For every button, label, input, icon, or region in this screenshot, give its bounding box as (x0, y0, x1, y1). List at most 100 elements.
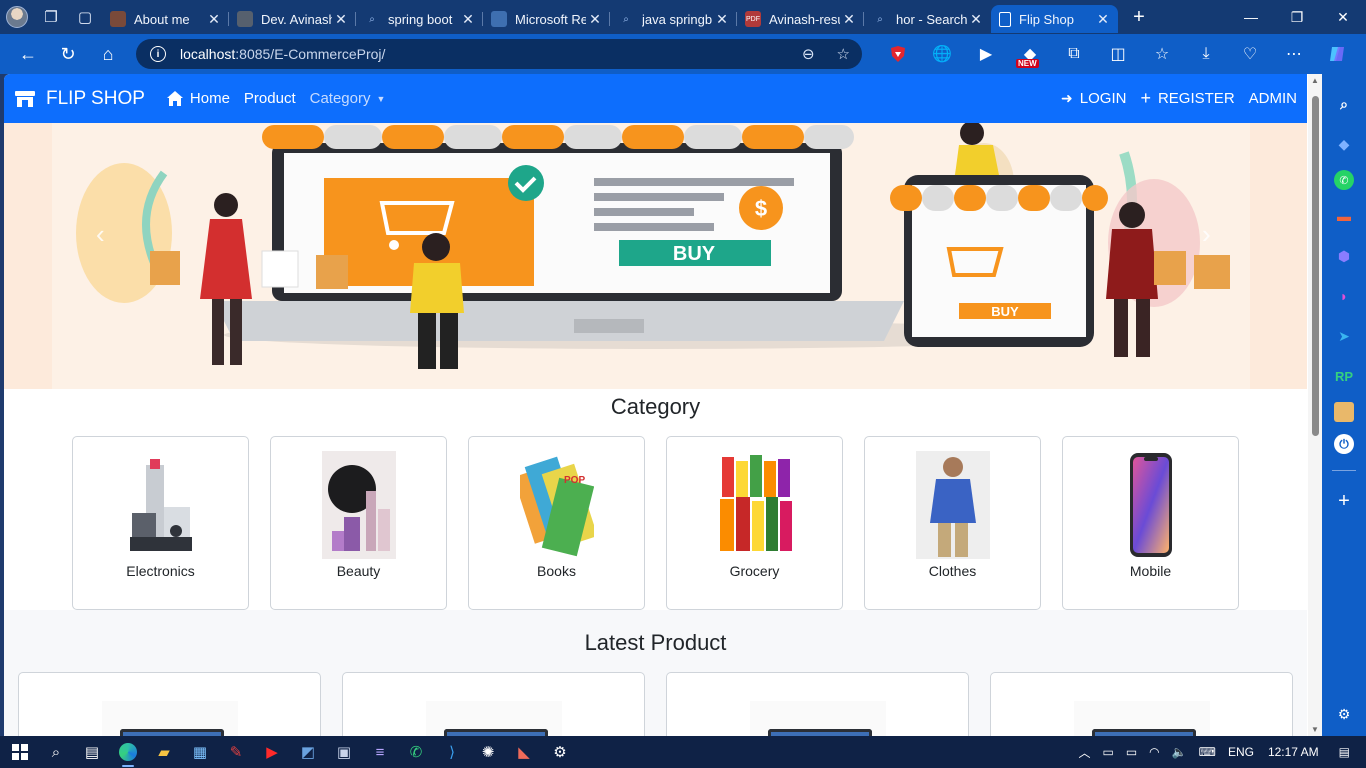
product-card[interactable] (666, 672, 969, 736)
settings-gear-icon[interactable]: ⚙ (1330, 700, 1358, 728)
favorites-icon[interactable]: ☆ (1140, 38, 1184, 70)
downloads-icon[interactable]: ⤓ (1184, 38, 1228, 70)
category-card-mobile[interactable]: Mobile (1062, 436, 1239, 610)
edge-browser-icon[interactable] (110, 736, 146, 768)
tab-avinash-resume[interactable]: PDF Avinash-resu ✕ (737, 5, 864, 33)
shopping-tag-icon[interactable]: ◆ (1330, 130, 1358, 158)
globe-extension-icon[interactable]: 🌐 (920, 38, 964, 70)
copilot-sidebar-icon[interactable]: ⬢ (1330, 242, 1358, 270)
product-card[interactable] (18, 672, 321, 736)
close-window-icon[interactable]: ✕ (1320, 9, 1366, 26)
category-card-beauty[interactable]: Beauty (270, 436, 447, 610)
product-card[interactable] (990, 672, 1293, 736)
more-menu-icon[interactable]: ⋯ (1272, 38, 1316, 70)
page-scrollbar[interactable]: ▲ ▼ (1308, 74, 1322, 736)
meet-now-icon[interactable]: ▭ (1102, 745, 1113, 759)
nav-login[interactable]: ➜ LOGIN (1061, 90, 1126, 107)
notifications-icon[interactable]: ▤ (1339, 745, 1350, 759)
red-app-icon[interactable]: ✎ (218, 736, 254, 768)
close-icon[interactable]: ✕ (967, 11, 985, 28)
close-icon[interactable]: ✕ (205, 11, 223, 28)
profile-avatar[interactable] (0, 0, 34, 34)
tab-search[interactable]: ⌕ hor - Search ✕ (864, 5, 991, 33)
youtube-icon[interactable]: ▶ (254, 736, 290, 768)
restore-icon[interactable]: ❐ (1274, 9, 1320, 26)
add-icon[interactable]: + (1330, 487, 1358, 515)
category-card-books[interactable]: POP Books (468, 436, 645, 610)
favorite-star-icon[interactable]: ☆ (837, 45, 850, 63)
close-icon[interactable]: ✕ (713, 11, 731, 28)
zoom-out-icon[interactable]: ⊖ (802, 45, 815, 63)
toolbox-icon[interactable]: ▬ (1330, 202, 1358, 230)
show-hidden-icons-icon[interactable]: ︿ (1078, 744, 1090, 761)
tab-spring-boot[interactable]: ⌕ spring boot ✕ (356, 5, 483, 33)
whatsapp-icon[interactable]: ✆ (398, 736, 434, 768)
terminal-app-icon[interactable]: ▣ (326, 736, 362, 768)
nav-home[interactable]: Home (166, 90, 230, 107)
power-icon[interactable]: ⏻ (1334, 434, 1354, 454)
category-card-grocery[interactable]: Grocery (666, 436, 843, 610)
settings-app-icon[interactable]: ⚙ (542, 736, 578, 768)
nav-register[interactable]: + REGISTER (1140, 88, 1234, 109)
battery-icon[interactable]: ▭ (1126, 745, 1137, 759)
brave-shield-extension-icon[interactable] (876, 38, 920, 70)
close-icon[interactable]: ✕ (586, 11, 604, 28)
pdf-reader-icon[interactable]: ◣ (506, 736, 542, 768)
minimize-icon[interactable]: — (1228, 9, 1274, 26)
file-explorer-icon[interactable]: ▰ (146, 736, 182, 768)
search-icon[interactable]: ⌕ (1330, 90, 1358, 118)
whatsapp-icon[interactable]: ✆ (1334, 170, 1354, 190)
nav-admin[interactable]: ADMIN (1249, 90, 1297, 107)
windows-start-icon[interactable] (2, 736, 38, 768)
scroll-thumb[interactable] (1312, 96, 1319, 436)
sql-client-icon[interactable]: ◩ (290, 736, 326, 768)
rp-extension-icon[interactable]: RP (1330, 362, 1358, 390)
cast-extension-icon[interactable]: ▶ (964, 38, 1008, 70)
image-app-icon[interactable] (1334, 402, 1354, 422)
home-icon[interactable]: ⌂ (88, 38, 128, 70)
volume-icon[interactable]: 🔈 (1172, 745, 1187, 759)
back-icon[interactable]: ← (8, 38, 48, 70)
chatgpt-icon[interactable]: ✺ (470, 736, 506, 768)
task-view-icon[interactable]: ▤ (74, 736, 110, 768)
product-card[interactable] (342, 672, 645, 736)
refresh-icon[interactable]: ↻ (48, 38, 88, 70)
close-icon[interactable]: ✕ (459, 11, 477, 28)
tab-dev-avinash[interactable]: Dev. Avinash ✕ (229, 5, 356, 33)
category-card-electronics[interactable]: Electronics (72, 436, 249, 610)
vscode-icon[interactable]: ⟩ (434, 736, 470, 768)
scroll-down-icon[interactable]: ▼ (1311, 725, 1319, 734)
carousel-prev-icon[interactable]: ‹ (96, 219, 105, 250)
scroll-up-icon[interactable]: ▲ (1311, 76, 1319, 85)
nav-category-dropdown[interactable]: Category ▼ (310, 90, 386, 107)
url-text[interactable]: localhost:8085/E-CommerceProj/ (180, 46, 780, 62)
performance-icon[interactable]: ♡ (1228, 38, 1272, 70)
brand-link[interactable]: FLIP SHOP (14, 88, 145, 110)
tab-flip-shop[interactable]: Flip Shop ✕ (991, 5, 1118, 33)
search-icon[interactable]: ⌕ (38, 736, 74, 768)
split-screen-icon[interactable]: ◫ (1096, 38, 1140, 70)
category-card-clothes[interactable]: Clothes (864, 436, 1041, 610)
new-tab-button[interactable]: + (1122, 6, 1156, 29)
language-indicator[interactable]: ENG (1228, 745, 1254, 759)
wifi-icon[interactable]: ◠ (1149, 745, 1159, 759)
taskbar-clock[interactable]: 12:17 AM (1268, 745, 1319, 759)
workspaces-icon[interactable]: ❐ (34, 0, 68, 34)
address-bar[interactable]: i localhost:8085/E-CommerceProj/ ⊖ ☆ (136, 39, 862, 69)
tab-actions-icon[interactable]: ▢ (68, 0, 102, 34)
microsoft-store-icon[interactable]: ▦ (182, 736, 218, 768)
site-info-icon[interactable]: i (150, 46, 166, 62)
extensions-icon[interactable]: ⧉ (1052, 38, 1096, 70)
close-icon[interactable]: ✕ (1094, 11, 1112, 28)
tab-java-springboot[interactable]: ⌕ java springb ✕ (610, 5, 737, 33)
purple-app-icon[interactable]: ≡ (362, 736, 398, 768)
close-icon[interactable]: ✕ (332, 11, 350, 28)
tab-about-me[interactable]: About me ✕ (102, 5, 229, 33)
keyboard-icon[interactable]: ⌨ (1199, 745, 1216, 759)
telegram-icon[interactable]: ➤ (1330, 322, 1358, 350)
carousel-next-icon[interactable]: › (1202, 219, 1211, 250)
tab-microsoft[interactable]: Microsoft Re ✕ (483, 5, 610, 33)
close-icon[interactable]: ✕ (840, 11, 858, 28)
designer-icon[interactable]: ◗ (1330, 282, 1358, 310)
nav-product[interactable]: Product (244, 90, 296, 107)
